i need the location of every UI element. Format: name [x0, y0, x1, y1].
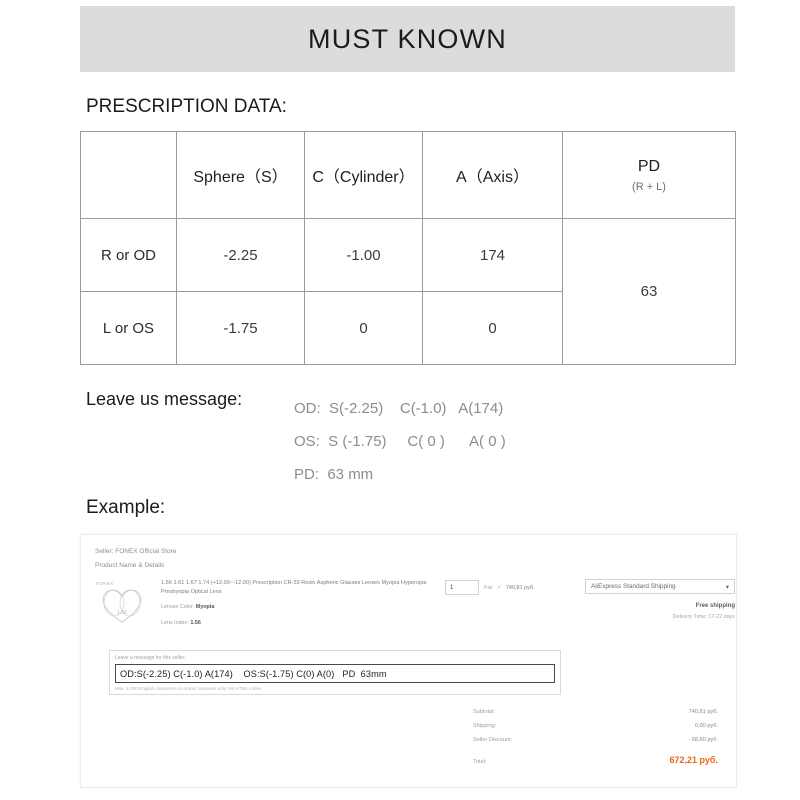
leave-message-heading: Leave us message:	[86, 389, 243, 409]
page-banner: MUST KNOWN	[80, 6, 735, 72]
table-header-row: Sphere（S） C（Cylinder） A（Axis） PD (R + L)	[80, 131, 736, 219]
quantity-unit: Pair	[484, 584, 493, 591]
quantity-input[interactable]: 1	[445, 580, 479, 595]
seller-discount-label: Seller Discount:	[473, 737, 513, 743]
multiply-symbol: ×	[497, 584, 501, 591]
unit-price: 740,81 руб.	[505, 584, 535, 591]
prescription-data-heading: PRESCRIPTION DATA:	[86, 96, 287, 117]
lens-index-label: Lens Index:	[161, 620, 189, 626]
lenses-color-label: Lenses Color:	[161, 604, 195, 610]
lenses-color-value: Myopia	[195, 604, 215, 610]
product-name-details-label: Product Name & Details	[95, 562, 165, 569]
summary-row-shipping: Shipping: 0,00 руб.	[473, 719, 718, 733]
header-pd-main: PD	[637, 157, 661, 175]
summary-row-discount: Seller Discount: - 68,60 руб.	[473, 733, 718, 747]
example-heading: Example:	[86, 497, 166, 518]
seller-name: Seller: FONEX Official Store	[95, 548, 177, 555]
free-shipping-label: Free shipping	[695, 603, 735, 609]
subtotal-value: 740,81 руб.	[688, 709, 718, 715]
cell-pd-value: 63	[562, 218, 736, 365]
seller-message-input[interactable]: OD:S(-2.25) C(-1.0) A(174) OS:S(-1.75) C…	[115, 664, 555, 683]
seller-message-label: Leave a message for this seller:	[115, 655, 186, 661]
summary-row-total: Total: 672,21 руб.	[473, 753, 718, 769]
svg-text:1.56: 1.56	[117, 610, 127, 616]
total-label: Total:	[473, 759, 487, 765]
seller-message-hint: Max. 1,000 English characters or Arabic …	[115, 686, 263, 691]
heart-lens-icon: 1.56	[102, 589, 142, 623]
product-info: 1.56 1.61 1.67 1.74 (+12.00~-12.00) Pres…	[161, 579, 433, 628]
shipping-method-select[interactable]: AliExpress Standard Shipping ▾	[585, 579, 735, 594]
message-line-os: OS: S (-1.75) C( 0 ) A( 0 )	[294, 433, 506, 450]
cell-left-sphere: -1.75	[176, 291, 305, 365]
row-label-left: L or OS	[80, 291, 177, 365]
product-thumbnail: FONEX 1.56	[95, 581, 149, 627]
header-blank	[80, 131, 177, 219]
summary-row-subtotal: Subtotal: 740,81 руб.	[473, 705, 718, 719]
order-summary: Subtotal: 740,81 руб. Shipping: 0,00 руб…	[473, 705, 718, 769]
message-line-pd: PD: 63 mm	[294, 466, 374, 483]
delivery-time-label: Delivery Time: 17-22 days	[672, 614, 735, 620]
shipping-method-value: AliExpress Standard Shipping	[591, 583, 676, 590]
shipping-value: 0,00 руб.	[694, 723, 718, 729]
chevron-down-icon: ▾	[725, 583, 729, 591]
product-title[interactable]: 1.56 1.61 1.67 1.74 (+12.00~-12.00) Pres…	[161, 579, 433, 596]
cell-right-sphere: -2.25	[176, 218, 305, 292]
cell-right-axis: 174	[422, 218, 563, 292]
example-header: Seller: FONEX Official Store Product Nam…	[81, 535, 736, 573]
cell-right-cylinder: -1.00	[304, 218, 423, 292]
lenses-color-attr: Lenses Color: Myopia	[161, 602, 433, 612]
product-row: FONEX 1.56 1.56 1.61 1.67 1.74 (+12.00~-…	[95, 579, 735, 643]
prescription-table: Sphere（S） C（Cylinder） A（Axis） PD (R + L)…	[80, 131, 736, 365]
header-pd-sub: (R + L)	[632, 180, 666, 193]
leave-message-lines: OD: S(-2.25) C(-1.0) A(174) OS: S (-1.75…	[294, 392, 506, 491]
row-label-right: R or OD	[80, 218, 177, 292]
brand-label: FONEX	[96, 581, 114, 586]
cell-left-axis: 0	[422, 291, 563, 365]
total-value: 672,21 руб.	[669, 755, 718, 765]
shipping-label: Shipping:	[473, 723, 497, 729]
header-pd: PD (R + L)	[562, 131, 736, 219]
header-axis: A（Axis）	[422, 131, 563, 219]
quantity-area: 1 Pair × 740,81 руб.	[445, 580, 535, 595]
lens-index-attr: Lens Index: 1.56	[161, 618, 433, 628]
subtotal-label: Subtotal:	[473, 709, 496, 715]
header-cylinder: C（Cylinder）	[304, 131, 423, 219]
lens-index-value: 1.56	[190, 620, 201, 626]
page-title: MUST KNOWN	[308, 23, 507, 54]
example-screenshot-panel: Seller: FONEX Official Store Product Nam…	[80, 534, 737, 788]
table-row: R or OD -2.25 -1.00 174 63	[80, 218, 736, 365]
seller-message-block: Leave a message for this seller: OD:S(-2…	[109, 650, 561, 695]
seller-discount-value: - 68,60 руб.	[688, 737, 718, 743]
shipping-area: AliExpress Standard Shipping ▾ Free ship…	[585, 579, 735, 620]
header-sphere: Sphere（S）	[176, 131, 305, 219]
message-line-od: OD: S(-2.25) C(-1.0) A(174)	[294, 400, 504, 417]
cell-left-cylinder: 0	[304, 291, 423, 365]
